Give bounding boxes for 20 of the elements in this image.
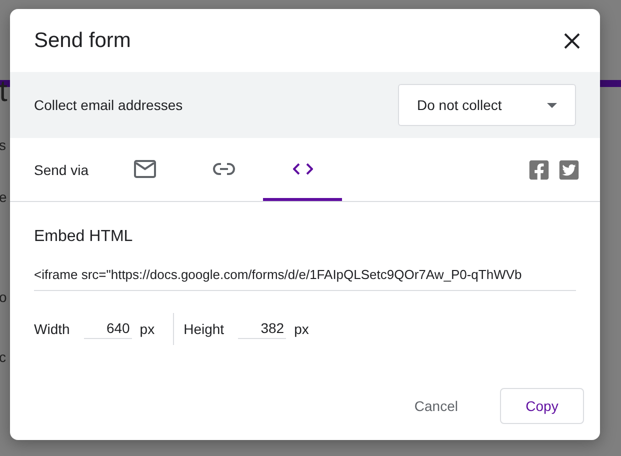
dimension-label: Height xyxy=(184,321,224,337)
share-button[interactable] xyxy=(528,158,550,180)
dialog-title: Send form xyxy=(34,28,131,52)
twitter-icon xyxy=(558,158,580,180)
dimension-label: Width xyxy=(34,321,70,337)
send-via-label: Send via xyxy=(34,162,88,178)
code-icon xyxy=(292,163,313,175)
copy-button[interactable]: Copy xyxy=(500,388,584,424)
link-icon xyxy=(212,163,235,175)
caret-icon xyxy=(547,102,557,108)
embed-code-field[interactable]: <iframe src="https://docs.google.com/forms/d/e/1FAIpQLSetc9QOr7Aw_P0-qThWVb xyxy=(34,267,576,291)
embed-heading: Embed HTML xyxy=(34,228,134,246)
facebook-icon xyxy=(528,158,550,180)
close-icon xyxy=(564,32,580,48)
share-button[interactable] xyxy=(558,158,580,180)
unit-label: px xyxy=(294,321,309,337)
envelope-icon xyxy=(134,160,156,178)
collect-email-label: Collect email addresses xyxy=(34,97,183,113)
collect-email-dropdown[interactable]: Do not collect xyxy=(398,84,576,126)
unit-label: px xyxy=(140,321,155,337)
